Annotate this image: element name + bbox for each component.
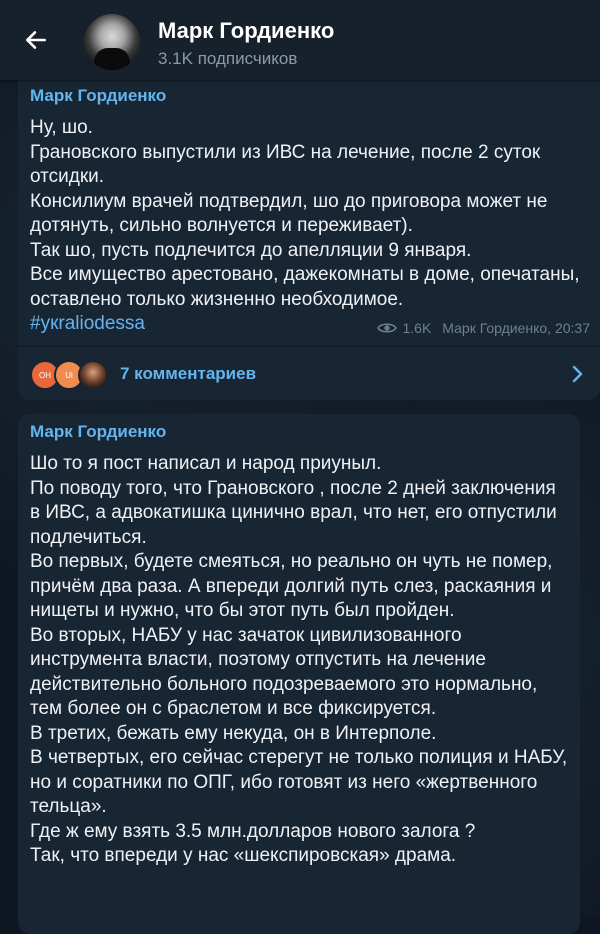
chevron-right-icon — [572, 365, 583, 383]
view-count: 1.6K — [402, 320, 432, 336]
channel-avatar[interactable] — [84, 14, 140, 70]
message-bubble[interactable]: Марк Гордиенко Ну, шо. Грановского выпус… — [18, 80, 600, 400]
message-signature: Марк Гордиенко, 20:37 — [442, 320, 590, 336]
commenter-avatar — [78, 360, 108, 390]
comments-divider — [18, 346, 600, 347]
message-bubble[interactable]: Марк Гордиенко Шо то я пост написал и на… — [18, 414, 580, 934]
channel-header: Марк Гордиенко 3.1K подписчиков — [0, 0, 600, 80]
back-button[interactable] — [18, 22, 54, 58]
message-author[interactable]: Марк Гордиенко — [30, 86, 166, 106]
comments-count: 7 комментариев — [120, 364, 257, 383]
channel-title[interactable]: Марк Гордиенко — [158, 18, 334, 44]
comments-button[interactable]: OH Ui 7 комментариев — [18, 350, 600, 398]
eye-icon — [377, 323, 398, 333]
subscriber-count: 3.1K подписчиков — [158, 49, 298, 68]
hashtag-link[interactable]: #укraliodessa — [30, 313, 145, 334]
message-author[interactable]: Марк Гордиенко — [30, 422, 166, 442]
message-body: Ну, шо. Грановского выпустили из ИВС на … — [30, 117, 580, 310]
message-text: Шо то я пост написал и народ приуныл. По… — [30, 453, 568, 866]
message-meta: 1.6K Марк Гордиенко, 20:37 — [377, 320, 590, 336]
message-text: Ну, шо. Грановского выпустили из ИВС на … — [30, 116, 588, 337]
back-arrow-icon — [26, 31, 46, 49]
